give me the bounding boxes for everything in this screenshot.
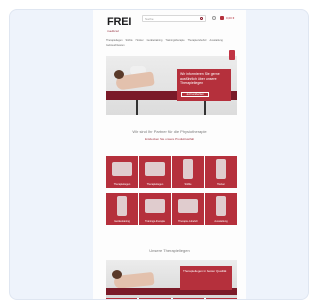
footer-button[interactable] bbox=[139, 298, 171, 299]
hero-image-head bbox=[114, 70, 124, 79]
section-subtitle: Entdecken Sie unsere Produktvielfalt bbox=[144, 137, 195, 141]
category-image bbox=[145, 162, 165, 176]
category-image bbox=[216, 159, 226, 179]
nav-item[interactable]: Stühle bbox=[126, 39, 133, 43]
category-tile[interactable]: Gerätetraining bbox=[106, 193, 138, 225]
website-page: FREI medical Suche 0,00 € Therapieliegen… bbox=[93, 10, 246, 299]
cart-total[interactable]: 0,00 € bbox=[226, 16, 234, 20]
category-image bbox=[183, 159, 193, 179]
category-label: Therapieliegen bbox=[113, 183, 131, 186]
nav-item[interactable]: Gerätetraining bbox=[147, 39, 163, 43]
user-icon[interactable] bbox=[212, 16, 216, 20]
footer-buttons bbox=[106, 298, 237, 299]
category-image bbox=[178, 199, 198, 213]
category-tile[interactable]: Ausstattung bbox=[205, 193, 237, 225]
site-header: FREI medical Suche 0,00 € bbox=[93, 10, 246, 33]
category-image bbox=[117, 196, 127, 216]
category-tile[interactable]: Therapieliegen bbox=[139, 156, 171, 188]
hero2-text-box: Therapieliegen in bester Qualität bbox=[180, 266, 232, 290]
category-image bbox=[112, 162, 132, 176]
section2-title: Unsere Therapieliegen bbox=[149, 248, 190, 253]
search-input[interactable]: Suche bbox=[142, 15, 206, 22]
category-grid: Therapieliegen Therapieliegen Stühle Hoc… bbox=[106, 156, 237, 225]
search-placeholder: Suche bbox=[145, 17, 154, 21]
logo-wordmark: FREI bbox=[107, 16, 132, 28]
cart-icon[interactable] bbox=[220, 16, 224, 20]
category-tile[interactable]: Hocker bbox=[205, 156, 237, 188]
hero-text: Wir informieren Sie gerne ausführlich üb… bbox=[180, 72, 220, 85]
hero-banner: Wir informieren Sie gerne ausführlich üb… bbox=[106, 56, 237, 115]
footer-button[interactable] bbox=[172, 298, 204, 299]
section-title: Wir sind Ihr Partner für die Physiothera… bbox=[132, 129, 207, 134]
logo-tagline: medical bbox=[107, 29, 119, 33]
hero-text-box: Wir informieren Sie gerne ausführlich üb… bbox=[177, 69, 231, 101]
hero-cta-button[interactable]: Jetzt entdecken bbox=[181, 92, 209, 97]
category-label: Ausstattung bbox=[214, 220, 228, 223]
nav-item[interactable]: Hocker bbox=[136, 39, 144, 43]
category-image bbox=[216, 196, 226, 216]
category-label: Trainings-therapie bbox=[144, 220, 166, 223]
hero2-text: Therapieliegen in bester Qualität bbox=[183, 269, 227, 273]
header-icons bbox=[212, 16, 224, 20]
nav-item[interactable]: Trainingstherapie bbox=[165, 39, 184, 43]
nav-item[interactable]: Gebrauchtwaren bbox=[106, 44, 124, 48]
category-tile[interactable]: Trainings-therapie bbox=[139, 193, 171, 225]
category-label: Therapie-zubehör bbox=[178, 220, 198, 223]
screenshot-card: FREI medical Suche 0,00 € Therapieliegen… bbox=[9, 9, 309, 300]
footer-button[interactable] bbox=[106, 298, 138, 299]
site-logo[interactable]: FREI medical bbox=[107, 13, 131, 33]
category-label: Stühle bbox=[184, 183, 192, 186]
hero-image-table-legs bbox=[136, 100, 206, 115]
nav-item[interactable]: Therapieliegen bbox=[106, 39, 123, 43]
nav-item[interactable]: Therapiezubehör bbox=[188, 39, 207, 43]
hero-banner-2: Therapieliegen in bester Qualität bbox=[106, 260, 237, 298]
category-label: Hocker bbox=[217, 183, 225, 186]
category-tile[interactable]: Therapieliegen bbox=[106, 156, 138, 188]
category-label: Gerätetraining bbox=[114, 220, 130, 223]
footer-button[interactable] bbox=[205, 298, 237, 299]
main-navigation: Therapieliegen Stühle Hocker Gerätetrain… bbox=[106, 39, 236, 48]
side-tab[interactable] bbox=[229, 50, 235, 60]
nav-item[interactable]: Ausstattung bbox=[210, 39, 223, 43]
category-tile[interactable]: Therapie-zubehör bbox=[172, 193, 204, 225]
category-tile[interactable]: Stühle bbox=[172, 156, 204, 188]
category-label: Therapieliegen bbox=[146, 183, 164, 186]
category-image bbox=[145, 199, 165, 213]
hero2-image-head bbox=[112, 270, 122, 279]
search-icon[interactable] bbox=[200, 17, 203, 20]
